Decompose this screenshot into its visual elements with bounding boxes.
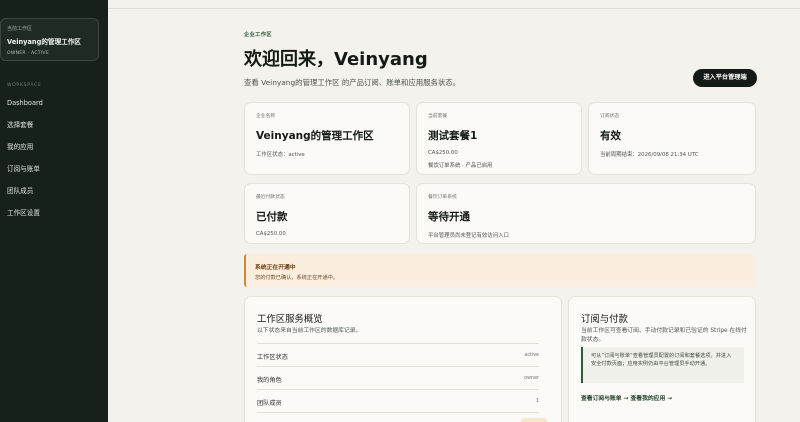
row-value: owner bbox=[524, 376, 539, 381]
card-label: 餐饮订单系统 bbox=[428, 195, 457, 200]
alert-title: 系统正在开通中 bbox=[255, 265, 296, 271]
card-sub: 工作区状态：active bbox=[256, 152, 305, 158]
status-chip bbox=[521, 418, 547, 422]
billing-panel: 订阅与付款 当前工作区可查看订阅、手动付款记录和已验证的 Stripe 在线付款… bbox=[568, 296, 756, 422]
main-content: 企业工作区 欢迎回来，Veinyang 查看 Veinyang的管理工作区 的产… bbox=[108, 0, 800, 422]
card-label: 订阅状态 bbox=[600, 114, 620, 119]
card-sub: CA$250.00 bbox=[256, 231, 286, 237]
row-key: 团队成员 bbox=[257, 400, 282, 407]
sidebar-item-my-apps[interactable]: 我的应用 bbox=[0, 136, 108, 158]
company-card: 企业名称 Veinyang的管理工作区 工作区状态：active bbox=[244, 102, 410, 175]
workspace-switcher[interactable]: 当前工作区 Veinyang的管理工作区 OWNER · ACTIVE bbox=[0, 18, 99, 61]
card-label: 企业名称 bbox=[256, 114, 276, 119]
card-value: 已付款 bbox=[256, 211, 288, 223]
sidebar-item-plans[interactable]: 选择套餐 bbox=[0, 114, 108, 136]
card-sub: CA$250.00 bbox=[428, 150, 458, 156]
sidebar: 当前工作区 Veinyang的管理工作区 OWNER · ACTIVE WORK… bbox=[0, 0, 108, 422]
plan-card: 当前套餐 测试套餐1 CA$250.00 餐饮订单系统 · 产品已启用 bbox=[416, 102, 582, 175]
sidebar-item-settings[interactable]: 工作区设置 bbox=[0, 202, 108, 224]
page-eyebrow: 企业工作区 bbox=[244, 32, 272, 38]
subscription-card: 订阅状态 有效 当前周期结束：2026/09/08 21:34 UTC bbox=[588, 102, 756, 175]
card-label: 当前套餐 bbox=[428, 114, 448, 119]
row-key: 我的角色 bbox=[257, 377, 282, 384]
table-row-divider bbox=[257, 412, 539, 422]
workspace-label: 当前工作区 bbox=[7, 26, 33, 32]
page-subtitle: 查看 Veinyang的管理工作区 的产品订阅、账单和应用服务状态。 bbox=[244, 78, 461, 87]
billing-links[interactable]: 查看订阅与账单 → 查看我的应用 → bbox=[581, 393, 672, 402]
alert-description: 您的付款已确认，系统正在开通中。 bbox=[255, 275, 339, 281]
row-value: active bbox=[524, 353, 539, 358]
table-row: 我的角色 owner bbox=[257, 366, 539, 389]
workspace-name: Veinyang的管理工作区 bbox=[7, 38, 81, 46]
sidebar-item-dashboard[interactable]: Dashboard bbox=[0, 92, 108, 114]
workspace-meta: OWNER · ACTIVE bbox=[7, 51, 49, 56]
card-value: 测试套餐1 bbox=[428, 130, 478, 142]
overview-subtitle: 以下状态来自当前工作区的数据库记录。 bbox=[257, 328, 362, 334]
payment-card: 最近付款状态 已付款 CA$250.00 bbox=[244, 183, 410, 244]
overview-panel: 工作区服务概览 以下状态来自当前工作区的数据库记录。 工作区状态 active … bbox=[244, 296, 562, 422]
billing-subtitle: 当前工作区可查看订阅、手动付款记录和已验证的 Stripe 在线付款状态。 bbox=[581, 328, 747, 343]
card-value: Veinyang的管理工作区 bbox=[256, 130, 374, 142]
provisioning-alert: 系统正在开通中 您的付款已确认，系统正在开通中。 bbox=[244, 254, 756, 287]
table-row: 工作区状态 active bbox=[257, 343, 539, 366]
nav-section-label: WORKSPACE bbox=[7, 83, 42, 88]
table-row: 团队成员 1 bbox=[257, 389, 539, 412]
app-status-card: 餐饮订单系统 等待开通 平台管理员尚未登记有效访问入口 bbox=[416, 183, 756, 244]
sidebar-item-billing[interactable]: 订阅与账单 bbox=[0, 158, 108, 180]
sidebar-item-team[interactable]: 团队成员 bbox=[0, 180, 108, 202]
card-value: 等待开通 bbox=[428, 211, 470, 223]
admin-console-button[interactable]: 进入平台管理端 bbox=[693, 69, 757, 87]
billing-title: 订阅与付款 bbox=[581, 314, 628, 325]
card-sub-secondary: 餐饮订单系统 · 产品已启用 bbox=[428, 163, 493, 169]
row-value: 1 bbox=[535, 399, 539, 404]
card-label: 最近付款状态 bbox=[256, 195, 285, 200]
row-key: 工作区状态 bbox=[257, 354, 288, 361]
page-title: 欢迎回来，Veinyang bbox=[244, 49, 428, 70]
card-sub: 平台管理员尚未登记有效访问入口 bbox=[428, 233, 509, 239]
overview-title: 工作区服务概览 bbox=[257, 314, 323, 325]
billing-note: 可从“订阅与账单”查看管理员配置的订阅和套餐选项，并进入安全付款页面；应用实例仍… bbox=[581, 347, 744, 383]
sidebar-nav: Dashboard 选择套餐 我的应用 订阅与账单 团队成员 工作区设置 bbox=[0, 92, 108, 224]
card-sub: 当前周期结束：2026/09/08 21:34 UTC bbox=[600, 152, 699, 158]
card-value: 有效 bbox=[600, 130, 621, 142]
